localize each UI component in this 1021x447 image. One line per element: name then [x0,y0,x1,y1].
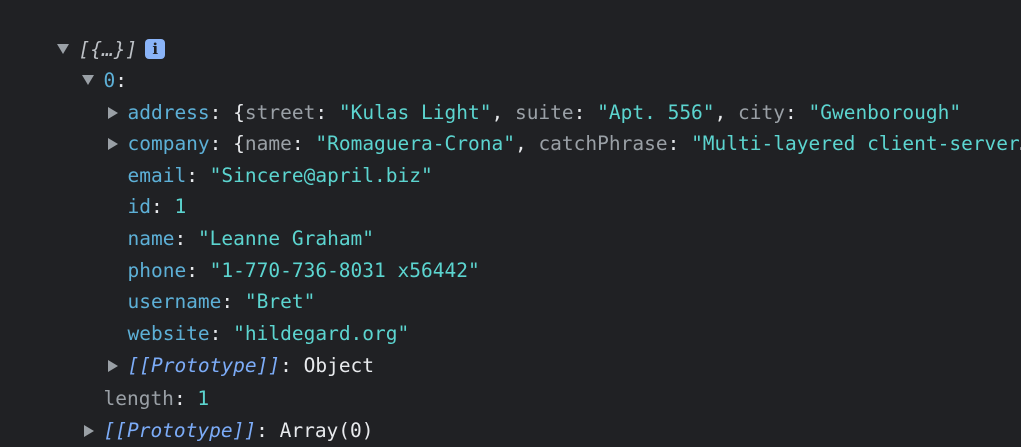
company-row[interactable]: company: {name: "Romaguera-Crona", catch… [85,96,1021,155]
email-value: "Sincere@april.biz" [209,164,433,187]
item-0-row[interactable]: 0: [59,33,127,92]
phone-row[interactable]: phone: "1-770-736-8031 x56442" [104,223,479,282]
website-row[interactable]: website: "hildegard.org" [104,286,409,345]
prototype-key: [[Prototype]] [103,419,257,442]
collapse-triangle-icon[interactable] [84,424,95,437]
length-row[interactable]: length: 1 [80,351,209,410]
email-row[interactable]: email: "Sincere@april.biz" [104,128,432,187]
prototype-value: Array(0) [279,419,374,442]
name-row[interactable]: name: "Leanne Graham" [104,191,374,250]
root-row[interactable]: [{…}] i [34,2,166,61]
prototype-value: Object [303,354,375,377]
username-row[interactable]: username: "Bret" [104,254,315,313]
info-icon[interactable]: i [145,39,166,59]
prototype-array-row[interactable]: [[Prototype]]: Array(0) [61,383,374,442]
address-row[interactable]: address: {street: "Kulas Light", suite: … [85,65,1021,124]
prototype-object-row[interactable]: [[Prototype]]: Object [85,318,374,377]
id-row[interactable]: id: 1 [104,159,186,218]
